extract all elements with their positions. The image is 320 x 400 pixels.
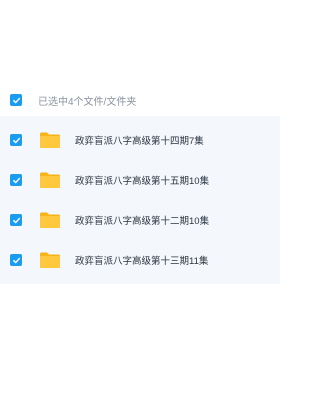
folder-icon [39,251,61,269]
select-all-row[interactable]: 已选中4个文件/文件夹 [0,84,280,116]
list-item[interactable]: 政弈盲派八字高级第十四期7集 [0,120,280,160]
checkmark-icon [12,217,20,223]
file-name[interactable]: 政弈盲派八字高级第十五期10集 [75,173,209,187]
list-item[interactable]: 政弈盲派八字高级第十二期10集 [0,200,280,240]
checkmark-icon [12,257,20,263]
file-selection-panel: 已选中4个文件/文件夹 政弈盲派八字高级第十四期7集 政弈盲派八字高级第十五期1… [0,0,280,400]
file-name[interactable]: 政弈盲派八字高级第十三期11集 [75,253,208,267]
checkmark-icon [12,137,20,143]
checkmark-icon [12,97,20,103]
folder-icon [39,131,61,149]
file-name[interactable]: 政弈盲派八字高级第十四期7集 [75,133,204,147]
file-name[interactable]: 政弈盲派八字高级第十二期10集 [75,213,209,227]
item-checkbox[interactable] [10,254,22,266]
checkmark-icon [12,177,20,183]
item-checkbox[interactable] [10,214,22,226]
folder-icon [39,171,61,189]
file-list: 政弈盲派八字高级第十四期7集 政弈盲派八字高级第十五期10集 政弈盲派八字高级第… [0,116,280,284]
item-checkbox[interactable] [10,174,22,186]
list-item[interactable]: 政弈盲派八字高级第十五期10集 [0,160,280,200]
folder-icon [39,211,61,229]
select-all-checkbox[interactable] [10,94,22,106]
selection-summary: 已选中4个文件/文件夹 [38,96,137,108]
list-item[interactable]: 政弈盲派八字高级第十三期11集 [0,240,280,280]
item-checkbox[interactable] [10,134,22,146]
